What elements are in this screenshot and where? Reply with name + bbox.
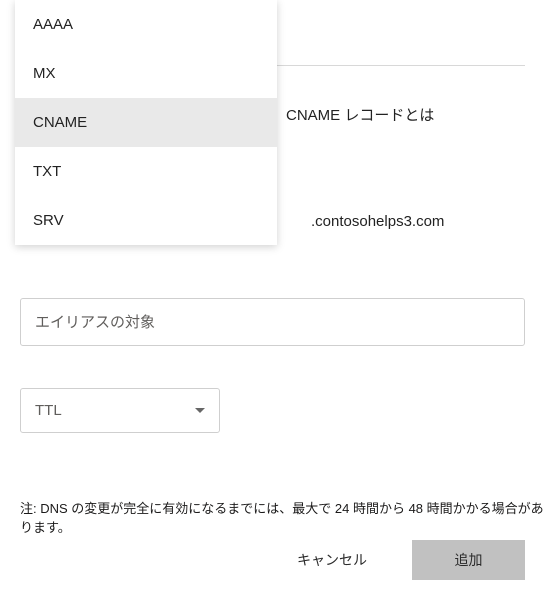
dropdown-option-mx[interactable]: MX [15,49,277,98]
ttl-area: TTL [20,388,220,433]
alias-target-area [20,298,525,346]
button-row: キャンセル 追加 [0,540,525,580]
dropdown-option-cname[interactable]: CNAME [15,98,277,147]
add-button[interactable]: 追加 [412,540,525,580]
cname-info-label[interactable]: CNAME レコードとは [286,104,434,125]
ttl-select[interactable]: TTL [20,388,220,433]
cancel-button[interactable]: キャンセル [292,540,372,580]
dropdown-scroll-area[interactable]: AAAA MX CNAME TXT SRV [15,0,277,245]
record-type-dropdown: AAAA MX CNAME TXT SRV [15,0,277,245]
dropdown-option-aaaa[interactable]: AAAA [15,0,277,49]
alias-target-input[interactable] [20,298,525,346]
dns-propagation-note: 注: DNS の変更が完全に有効になるまでには、最大で 24 時間から 48 時… [20,498,545,536]
dropdown-option-txt[interactable]: TXT [15,147,277,196]
ttl-placeholder: TTL [35,402,62,419]
dropdown-option-srv[interactable]: SRV [15,196,277,245]
domain-suffix-text: .contosohelps3.com [311,213,444,230]
caret-down-icon [195,408,205,413]
